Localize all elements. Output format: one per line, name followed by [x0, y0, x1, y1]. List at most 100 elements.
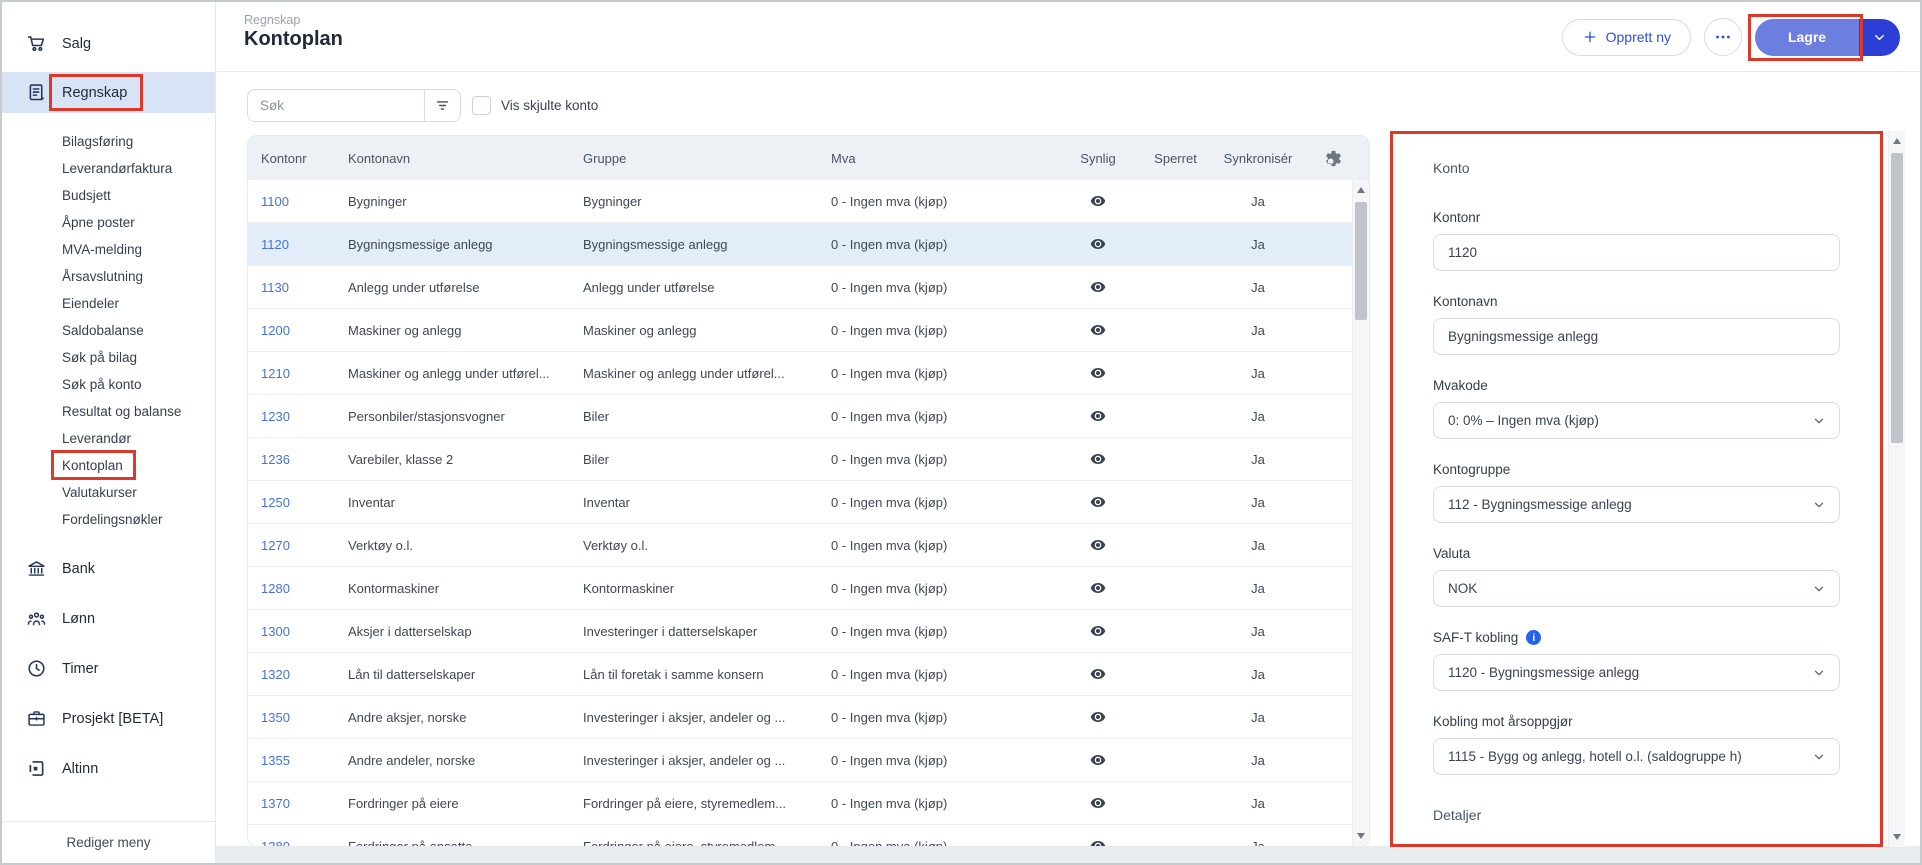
eye-icon[interactable]: [1090, 537, 1106, 553]
submenu-item-pne-poster[interactable]: Åpne poster: [2, 209, 215, 236]
column-header-gruppe[interactable]: Gruppe: [583, 151, 831, 166]
info-icon[interactable]: i: [1526, 630, 1541, 645]
eye-icon[interactable]: [1090, 666, 1106, 682]
submenu-item-s-k-p-bilag[interactable]: Søk på bilag: [2, 344, 215, 371]
panel-scroll-down-arrow[interactable]: [1889, 829, 1905, 845]
table-row[interactable]: 1250InventarInventar0 - Ingen mva (kjøp)…: [248, 481, 1369, 524]
account-number-link[interactable]: 1200: [261, 323, 348, 338]
eye-icon[interactable]: [1090, 580, 1106, 596]
scroll-down-arrow[interactable]: [1353, 828, 1369, 844]
table-row[interactable]: 1120Bygningsmessige anleggBygningsmessig…: [248, 223, 1369, 266]
column-header-synkronis-r[interactable]: Synkronisér: [1203, 151, 1313, 166]
table-row[interactable]: 1280KontormaskinerKontormaskiner0 - Inge…: [248, 567, 1369, 610]
panel-scroll-up-arrow[interactable]: [1889, 133, 1905, 149]
eye-icon[interactable]: [1090, 494, 1106, 510]
account-number-link[interactable]: 1230: [261, 409, 348, 424]
panel-scrollbar-thumb[interactable]: [1891, 153, 1903, 443]
eye-icon[interactable]: [1090, 408, 1106, 424]
account-number-link[interactable]: 1210: [261, 366, 348, 381]
table-row[interactable]: 1370Fordringer på eiereFordringer på eie…: [248, 782, 1369, 825]
account-number-link[interactable]: 1380: [261, 839, 348, 848]
account-number-link[interactable]: 1236: [261, 452, 348, 467]
submenu-item-eiendeler[interactable]: Eiendeler: [2, 290, 215, 317]
submenu-item-kontoplan[interactable]: Kontoplan: [2, 452, 215, 479]
account-number-link[interactable]: 1120: [261, 237, 348, 252]
table-row[interactable]: 1230Personbiler/stasjonsvognerBiler0 - I…: [248, 395, 1369, 438]
account-number-link[interactable]: 1280: [261, 581, 348, 596]
table-row[interactable]: 1320Lån til datterselskaperLån til foret…: [248, 653, 1369, 696]
edit-menu-link[interactable]: Rediger meny: [66, 835, 150, 850]
account-number-link[interactable]: 1320: [261, 667, 348, 682]
table-row[interactable]: 1210Maskiner og anlegg under utførel...M…: [248, 352, 1369, 395]
submenu-item-leverand-r[interactable]: Leverandør: [2, 425, 215, 452]
sidebar-item-bank[interactable]: Bank: [2, 548, 215, 589]
column-header-sperret[interactable]: Sperret: [1148, 151, 1203, 166]
table-row[interactable]: 1300Aksjer i datterselskapInvesteringer …: [248, 610, 1369, 653]
eye-icon[interactable]: [1090, 322, 1106, 338]
submenu-item-resultat-og-balanse[interactable]: Resultat og balanse: [2, 398, 215, 425]
table-scrollbar[interactable]: [1352, 180, 1369, 846]
show-hidden-accounts-checkbox[interactable]: [472, 96, 491, 115]
account-number-link[interactable]: 1300: [261, 624, 348, 639]
create-new-button[interactable]: Opprett ny: [1562, 19, 1691, 56]
saf-t-kobling-select[interactable]: 1120 - Bygningsmessige anlegg: [1433, 654, 1840, 691]
sidebar-item-l-nn[interactable]: Lønn: [2, 598, 215, 639]
table-row[interactable]: 1350Andre aksjer, norskeInvesteringer i …: [248, 696, 1369, 739]
kontogruppe-select[interactable]: 112 - Bygningsmessige anlegg: [1433, 486, 1840, 523]
table-row[interactable]: 1355Andre andeler, norskeInvesteringer i…: [248, 739, 1369, 782]
kobling-mot-rsoppgj-r-select[interactable]: 1115 - Bygg og anlegg, hotell o.l. (sald…: [1433, 738, 1840, 775]
eye-icon[interactable]: [1090, 193, 1106, 209]
table-row[interactable]: 1236Varebiler, klasse 2Biler0 - Ingen mv…: [248, 438, 1369, 481]
column-header-kontonr[interactable]: Kontonr: [261, 151, 348, 166]
eye-icon[interactable]: [1090, 236, 1106, 252]
eye-icon[interactable]: [1090, 752, 1106, 768]
submenu-item-saldobalanse[interactable]: Saldobalanse: [2, 317, 215, 344]
table-row[interactable]: 1270Verktøy o.l.Verktøy o.l.0 - Ingen mv…: [248, 524, 1369, 567]
table-row[interactable]: 1100BygningerBygninger0 - Ingen mva (kjø…: [248, 180, 1369, 223]
account-number-link[interactable]: 1270: [261, 538, 348, 553]
save-dropdown-button[interactable]: [1859, 19, 1900, 56]
valuta-select[interactable]: NOK: [1433, 570, 1840, 607]
submenu-item-s-k-p-konto[interactable]: Søk på konto: [2, 371, 215, 398]
submenu-item-mva-melding[interactable]: MVA-melding: [2, 236, 215, 263]
panel-scrollbar[interactable]: [1888, 131, 1905, 847]
submenu-item-leverand-rfaktura[interactable]: Leverandørfaktura: [2, 155, 215, 182]
eye-icon[interactable]: [1090, 709, 1106, 725]
kontonr-input[interactable]: [1433, 234, 1840, 271]
column-header-kontonavn[interactable]: Kontonavn: [348, 151, 583, 166]
account-number-link[interactable]: 1350: [261, 710, 348, 725]
gear-icon[interactable]: [1324, 149, 1343, 168]
table-row[interactable]: 1130Anlegg under utførelseAnlegg under u…: [248, 266, 1369, 309]
eye-icon[interactable]: [1090, 795, 1106, 811]
account-number-link[interactable]: 1130: [261, 280, 348, 295]
eye-icon[interactable]: [1090, 451, 1106, 467]
more-actions-button[interactable]: [1704, 18, 1742, 56]
account-number-link[interactable]: 1100: [261, 194, 348, 209]
sidebar-item-altinn[interactable]: Altinn: [2, 748, 215, 789]
account-number-link[interactable]: 1250: [261, 495, 348, 510]
submenu-item-fordelingsn-kler[interactable]: Fordelingsnøkler: [2, 506, 215, 533]
column-header-synlig[interactable]: Synlig: [1048, 151, 1148, 166]
account-number-link[interactable]: 1370: [261, 796, 348, 811]
sidebar-item-salg[interactable]: Salg: [2, 23, 215, 64]
submenu-item-budsjett[interactable]: Budsjett: [2, 182, 215, 209]
table-scrollbar-thumb[interactable]: [1355, 202, 1367, 320]
sidebar-item-timer[interactable]: Timer: [2, 648, 215, 689]
search-input[interactable]: [247, 89, 424, 122]
column-header-mva[interactable]: Mva: [831, 151, 1048, 166]
scroll-up-arrow[interactable]: [1353, 182, 1369, 198]
kontonavn-input[interactable]: [1433, 318, 1840, 355]
table-row[interactable]: 1380Fordringer på ansatteFordringer på e…: [248, 825, 1369, 847]
eye-icon[interactable]: [1090, 365, 1106, 381]
mvakode-select[interactable]: 0: 0% – Ingen mva (kjøp): [1433, 402, 1840, 439]
eye-icon[interactable]: [1090, 279, 1106, 295]
submenu-item-rsavslutning[interactable]: Årsavslutning: [2, 263, 215, 290]
account-number-link[interactable]: 1355: [261, 753, 348, 768]
submenu-item-bilagsf-ring[interactable]: Bilagsføring: [2, 128, 215, 155]
filter-button[interactable]: [424, 89, 461, 122]
sidebar-item-regnskap[interactable]: Regnskap: [2, 72, 215, 113]
eye-icon[interactable]: [1090, 623, 1106, 639]
table-row[interactable]: 1200Maskiner og anleggMaskiner og anlegg…: [248, 309, 1369, 352]
save-button[interactable]: Lagre: [1755, 19, 1859, 56]
sidebar-item-prosjekt-beta[interactable]: Prosjekt [BETA]: [2, 698, 215, 739]
